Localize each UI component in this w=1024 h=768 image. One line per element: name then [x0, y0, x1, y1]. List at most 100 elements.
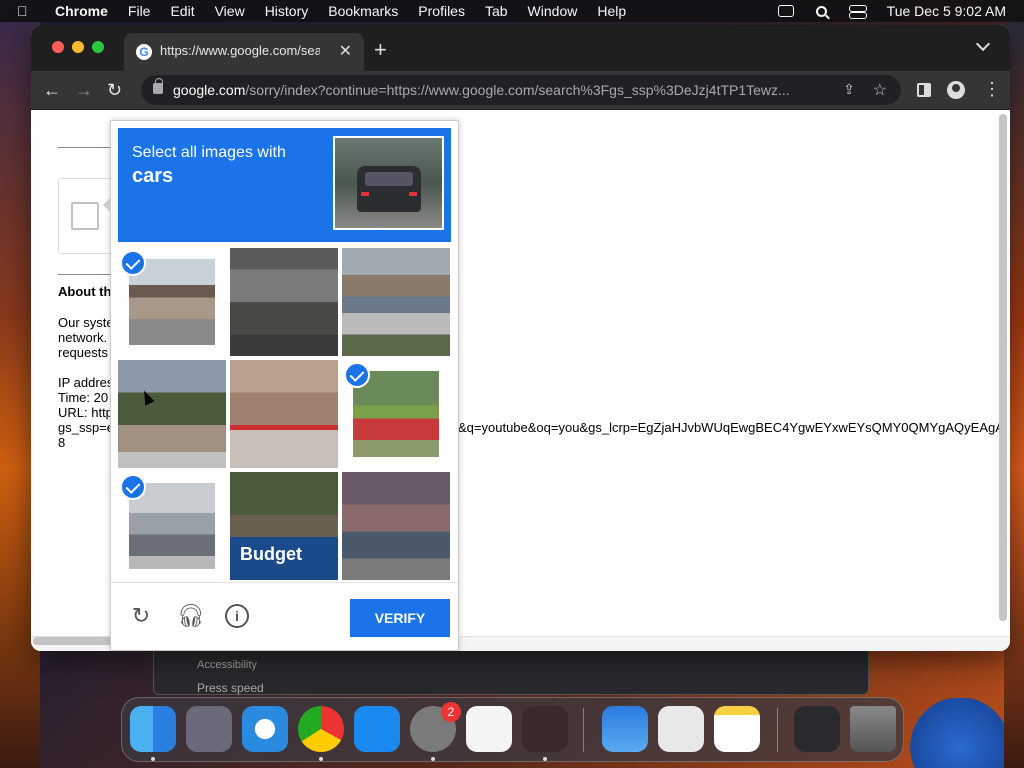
para-line: network.	[58, 330, 108, 345]
tab-title: https://www.google.com/sear	[160, 43, 320, 58]
captcha-tile-2[interactable]	[230, 248, 338, 356]
archive-utility-icon[interactable]	[658, 706, 704, 752]
running-indicator	[543, 757, 547, 761]
spotlight-search-icon[interactable]	[815, 5, 827, 17]
menu-help[interactable]: Help	[597, 3, 626, 19]
more-menu-icon[interactable]: ⋮	[983, 79, 1001, 99]
safari-icon[interactable]	[242, 706, 288, 752]
divider	[58, 147, 118, 148]
captcha-tile-9[interactable]	[342, 472, 450, 580]
menu-clock[interactable]: Tue Dec 5 9:02 AM	[887, 3, 1006, 19]
captcha-tile-5[interactable]	[230, 360, 338, 468]
audio-challenge-icon[interactable]: 🎧︎	[177, 604, 205, 628]
app-store-icon[interactable]	[354, 706, 400, 752]
share-icon[interactable]: ⇪	[843, 81, 855, 98]
verify-button[interactable]: VERIFY	[350, 599, 450, 637]
captcha-prompt: Select all images with	[132, 144, 286, 161]
captcha-image-grid: Budget	[118, 248, 451, 581]
dock-separator	[777, 708, 778, 752]
minimize-window-button[interactable]	[72, 41, 84, 53]
url-wrap-end: 8	[58, 435, 66, 450]
page-content: About th Our syste network. requests IP …	[31, 110, 1010, 651]
vertical-scrollbar[interactable]	[999, 114, 1007, 621]
checkmark-icon	[120, 250, 146, 276]
minimized-window-icon[interactable]	[794, 706, 840, 752]
tab-close-icon[interactable]: ✕	[339, 41, 352, 61]
menu-tab[interactable]: Tab	[485, 3, 508, 19]
apple-menu-icon[interactable]: 	[17, 3, 33, 19]
menu-window[interactable]: Window	[528, 3, 578, 19]
notification-badge: 2	[441, 702, 461, 722]
google-favicon-icon: G	[136, 44, 152, 60]
recaptcha-checkbox[interactable]	[71, 202, 99, 230]
captcha-tile-8[interactable]: Budget	[230, 472, 338, 580]
bookmark-star-icon[interactable]: ☆	[873, 80, 887, 100]
menu-edit[interactable]: Edit	[170, 3, 194, 19]
tab-search-chevron-icon[interactable]	[975, 36, 991, 52]
ip-line: IP addres	[58, 375, 114, 390]
background-text: Press speed	[197, 681, 264, 695]
menu-file[interactable]: File	[128, 3, 151, 19]
textedit-icon[interactable]	[466, 706, 512, 752]
para-line: Our syste	[58, 315, 114, 330]
captcha-tile-6[interactable]	[342, 360, 450, 468]
screen-mirroring-icon[interactable]	[777, 5, 794, 17]
background-text: Accessibility	[197, 659, 257, 671]
menu-view[interactable]: View	[215, 3, 245, 19]
close-window-button[interactable]	[52, 41, 64, 53]
lock-icon[interactable]	[153, 78, 163, 94]
control-center-icon[interactable]	[848, 5, 867, 19]
running-indicator	[319, 757, 323, 761]
captcha-tile-4[interactable]	[118, 360, 226, 468]
menu-history[interactable]: History	[265, 3, 309, 19]
time-line: Time: 20	[58, 390, 109, 405]
para-line: requests	[58, 345, 108, 360]
menu-profiles[interactable]: Profiles	[418, 3, 465, 19]
captcha-footer: ↻ 🎧︎ i VERIFY	[111, 582, 458, 651]
weather-icon[interactable]	[602, 706, 648, 752]
captcha-target: cars	[132, 165, 174, 187]
launchpad-icon[interactable]	[186, 706, 232, 752]
captcha-tile-3[interactable]	[342, 248, 450, 356]
menu-bookmarks[interactable]: Bookmarks	[328, 3, 398, 19]
budget-sign-text: Budget	[240, 544, 302, 564]
notes-icon[interactable]	[714, 706, 760, 752]
address-url[interactable]: google.com/sorry/index?continue=https://…	[173, 82, 833, 98]
captcha-challenge: Select all images with cars Budget ↻ 🎧︎ …	[103, 120, 459, 651]
url-line: URL: http	[58, 405, 113, 420]
car-image	[357, 166, 421, 212]
captcha-tile-1[interactable]	[118, 248, 226, 356]
reload-challenge-icon[interactable]: ↻	[129, 604, 153, 628]
browser-window: G https://www.google.com/sear ✕ + ← → ↻ …	[31, 25, 1010, 651]
side-panel-icon[interactable]	[917, 83, 931, 97]
garageband-icon[interactable]	[522, 706, 568, 752]
gs-line: gs_ssp=e	[58, 420, 115, 435]
running-indicator	[431, 757, 435, 761]
forward-arrow-icon[interactable]: →	[75, 80, 93, 100]
finder-icon[interactable]	[130, 706, 176, 752]
fullscreen-window-button[interactable]	[92, 41, 104, 53]
divider	[58, 274, 118, 275]
new-tab-icon[interactable]: +	[374, 37, 387, 63]
captcha-tile-7[interactable]	[118, 472, 226, 580]
trash-icon[interactable]	[850, 706, 896, 752]
url-tail: &q=youtube&oq=you&gs_lcrp=EgZjaHJvbWUqEw…	[458, 420, 1004, 435]
desktop-wallpaper-decoration	[894, 698, 1004, 768]
menu-bar:  Chrome File Edit View History Bookmark…	[0, 0, 1024, 22]
chrome-icon[interactable]	[298, 706, 344, 752]
info-icon[interactable]: i	[225, 604, 249, 628]
menu-app-name[interactable]: Chrome	[55, 3, 108, 19]
address-bar[interactable]: google.com/sorry/index?continue=https://…	[141, 75, 901, 105]
browser-toolbar: ← → ↻ google.com/sorry/index?continue=ht…	[31, 71, 1010, 110]
running-indicator	[151, 757, 155, 761]
reload-icon[interactable]: ↻	[107, 80, 122, 100]
captcha-sample-image	[333, 136, 444, 230]
about-heading: About th	[58, 284, 112, 299]
tab-strip: G https://www.google.com/sear ✕ +	[31, 25, 1010, 71]
profile-avatar-icon[interactable]	[947, 81, 965, 99]
checkmark-icon	[344, 362, 370, 388]
tab-active[interactable]: G https://www.google.com/sear ✕	[124, 33, 364, 71]
back-arrow-icon[interactable]: ←	[43, 80, 61, 100]
dock: 2	[121, 697, 904, 762]
checkmark-icon	[120, 474, 146, 500]
